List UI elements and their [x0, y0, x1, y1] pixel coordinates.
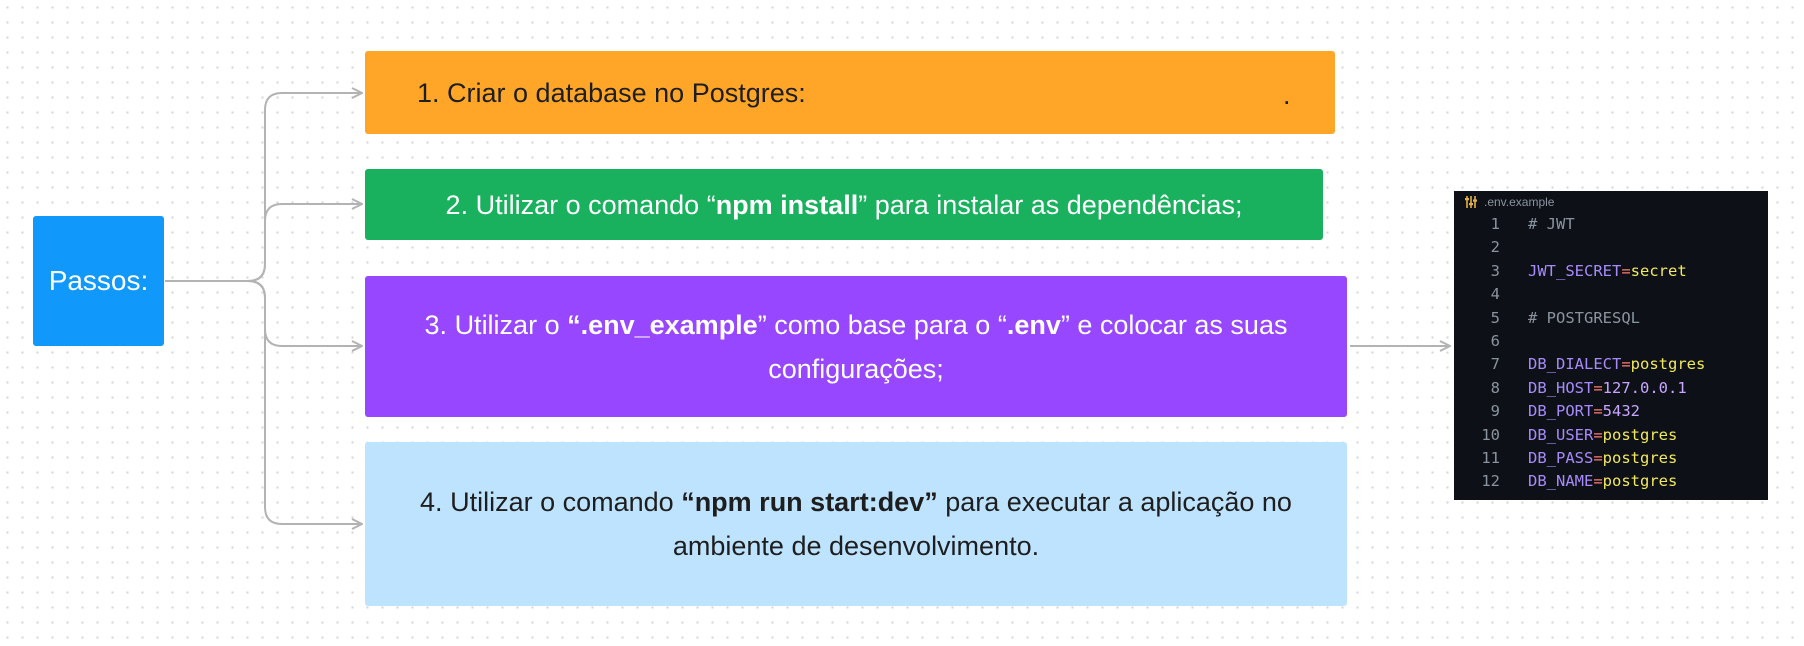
step-1-text: 1. Criar o database no Postgres: [417, 77, 806, 108]
code-filename: .env.example [1484, 195, 1555, 209]
step-3-box[interactable]: 3. Utilizar o “.env_example” como base p… [365, 276, 1347, 417]
line-number: 10 [1481, 425, 1500, 444]
step-2-text: 2. Utilizar o comando “npm install” para… [445, 189, 1243, 220]
connector-step-4 [247, 280, 362, 524]
equals-sign: = [1593, 472, 1603, 491]
equals-sign: = [1593, 425, 1603, 444]
code-line: 7 DB_DIALECT = postgres [1454, 353, 1768, 376]
line-number: 11 [1481, 448, 1500, 467]
code-line: 2 [1454, 236, 1768, 259]
line-number: 6 [1490, 331, 1500, 350]
equals-sign: = [1621, 261, 1631, 280]
step-3-text: 3. Utilizar o “.env_example” como base p… [424, 309, 1288, 384]
code-line: 5 # POSTGRESQL [1454, 307, 1768, 330]
code-line: 8 DB_HOST = 127.0.0.1 [1454, 377, 1768, 400]
env-key: DB_HOST [1528, 378, 1594, 397]
env-value: 127.0.0.1 [1602, 378, 1687, 397]
step-1-trailing-dot: . [1283, 80, 1291, 110]
code-comment: # JWT [1528, 215, 1575, 233]
equals-sign: = [1593, 448, 1603, 467]
equals-sign: = [1593, 378, 1603, 397]
connector-step-1 [165, 93, 362, 282]
step-1-box[interactable]: 1. Criar o database no Postgres: [365, 51, 1335, 134]
step-4-box[interactable]: 4. Utilizar o comando “npm run start:dev… [365, 442, 1347, 606]
code-line: 12 DB_NAME = postgres [1454, 470, 1768, 493]
env-key: DB_PASS [1528, 448, 1594, 467]
code-comment: # POSTGRESQL [1528, 308, 1640, 327]
env-key: DB_DIALECT [1528, 355, 1622, 374]
env-key: DB_NAME [1528, 472, 1594, 491]
equals-sign: = [1621, 355, 1631, 374]
env-value: postgres [1630, 355, 1706, 374]
env-value: postgres [1602, 425, 1678, 444]
line-number: 4 [1490, 285, 1500, 304]
env-value: secret [1630, 261, 1687, 280]
code-line: 10 DB_USER = postgres [1454, 424, 1768, 447]
code-line: 9 DB_PORT = 5432 [1454, 400, 1768, 423]
env-key: DB_USER [1528, 425, 1594, 444]
line-number: 3 [1490, 261, 1500, 280]
env-key: DB_PORT [1528, 402, 1594, 421]
env-key: JWT_SECRET [1528, 261, 1622, 280]
code-line: 6 [1454, 330, 1768, 353]
step-4-text: 4. Utilizar o comando “npm run start:dev… [420, 487, 1292, 561]
line-number: 2 [1490, 238, 1500, 257]
code-line: 3 JWT_SECRET = secret [1454, 260, 1768, 283]
env-value: 5432 [1602, 402, 1640, 421]
code-line: 1 # JWT [1454, 213, 1768, 236]
root-node-passos[interactable]: Passos: [33, 216, 164, 346]
env-value: postgres [1602, 448, 1678, 467]
step-2-box[interactable]: 2. Utilizar o comando “npm install” para… [365, 169, 1323, 240]
settings-sliders-icon [1465, 196, 1477, 208]
line-number: 12 [1481, 472, 1500, 491]
line-number: 8 [1490, 378, 1500, 397]
line-number: 9 [1490, 402, 1500, 421]
code-line: 4 [1454, 283, 1768, 306]
line-number: 5 [1490, 308, 1500, 327]
code-line: 11 DB_PASS = postgres [1454, 447, 1768, 470]
line-number: 1 [1490, 215, 1500, 233]
env-example-code-snippet[interactable]: .env.example 1 # JWT 2 3 JWT_SECRET = secret 4 5… [1454, 191, 1768, 500]
line-number: 7 [1490, 355, 1500, 374]
connector-step-2 [247, 204, 362, 282]
equals-sign: = [1593, 402, 1603, 421]
env-value: postgres [1602, 472, 1678, 491]
code-lines: 1 # JWT 2 3 JWT_SECRET = secret 4 5 # POSTGRESQL 6… [1454, 213, 1768, 494]
code-header: .env.example [1454, 191, 1768, 213]
root-label: Passos: [48, 265, 149, 296]
